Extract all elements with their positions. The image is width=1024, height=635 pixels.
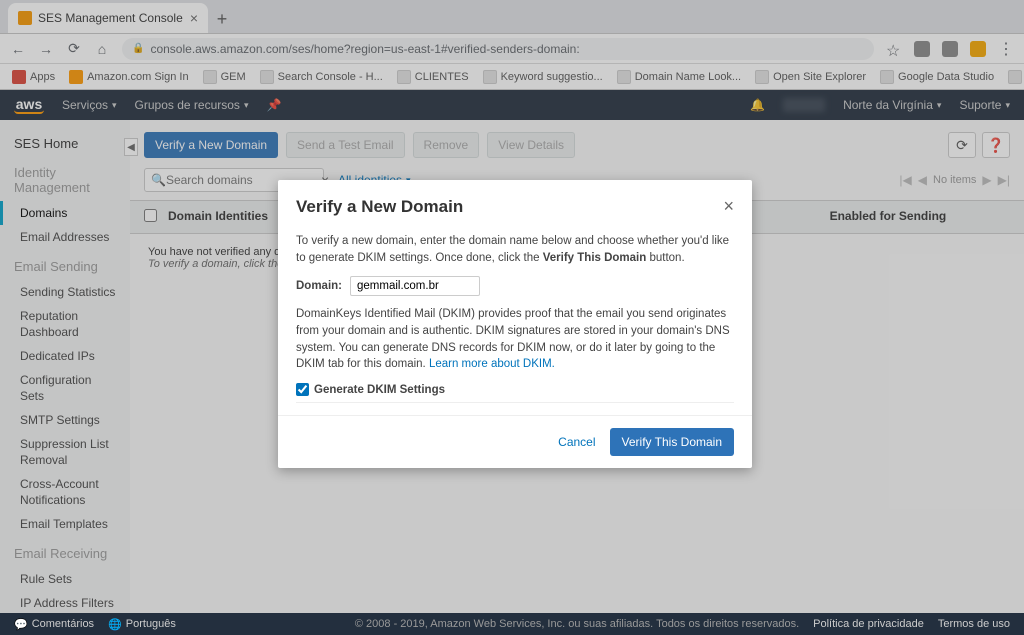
close-icon[interactable]: × [723,196,734,217]
verify-this-domain-button[interactable]: Verify This Domain [610,428,734,456]
domain-label: Domain: [296,280,342,292]
generate-dkim-label: Generate DKIM Settings [314,384,445,396]
chat-icon: 💬 [14,618,28,631]
cancel-button[interactable]: Cancel [558,435,595,449]
modal-title: Verify a New Domain [296,197,463,217]
learn-dkim-link[interactable]: Learn more about DKIM. [429,358,555,370]
feedback-link[interactable]: 💬 Comentários [14,618,94,631]
modal-intro: To verify a new domain, enter the domain… [296,233,734,266]
domain-input[interactable] [350,276,480,296]
language-link[interactable]: 🌐 Português [108,618,176,631]
copyright: © 2008 - 2019, Amazon Web Services, Inc.… [355,618,799,630]
verify-domain-modal: Verify a New Domain × To verify a new do… [278,180,752,468]
terms-link[interactable]: Termos de uso [938,618,1010,630]
globe-icon: 🌐 [108,618,122,631]
generate-dkim-checkbox[interactable] [296,383,309,396]
privacy-link[interactable]: Política de privacidade [813,618,924,630]
dkim-description: DomainKeys Identified Mail (DKIM) provid… [296,306,734,373]
